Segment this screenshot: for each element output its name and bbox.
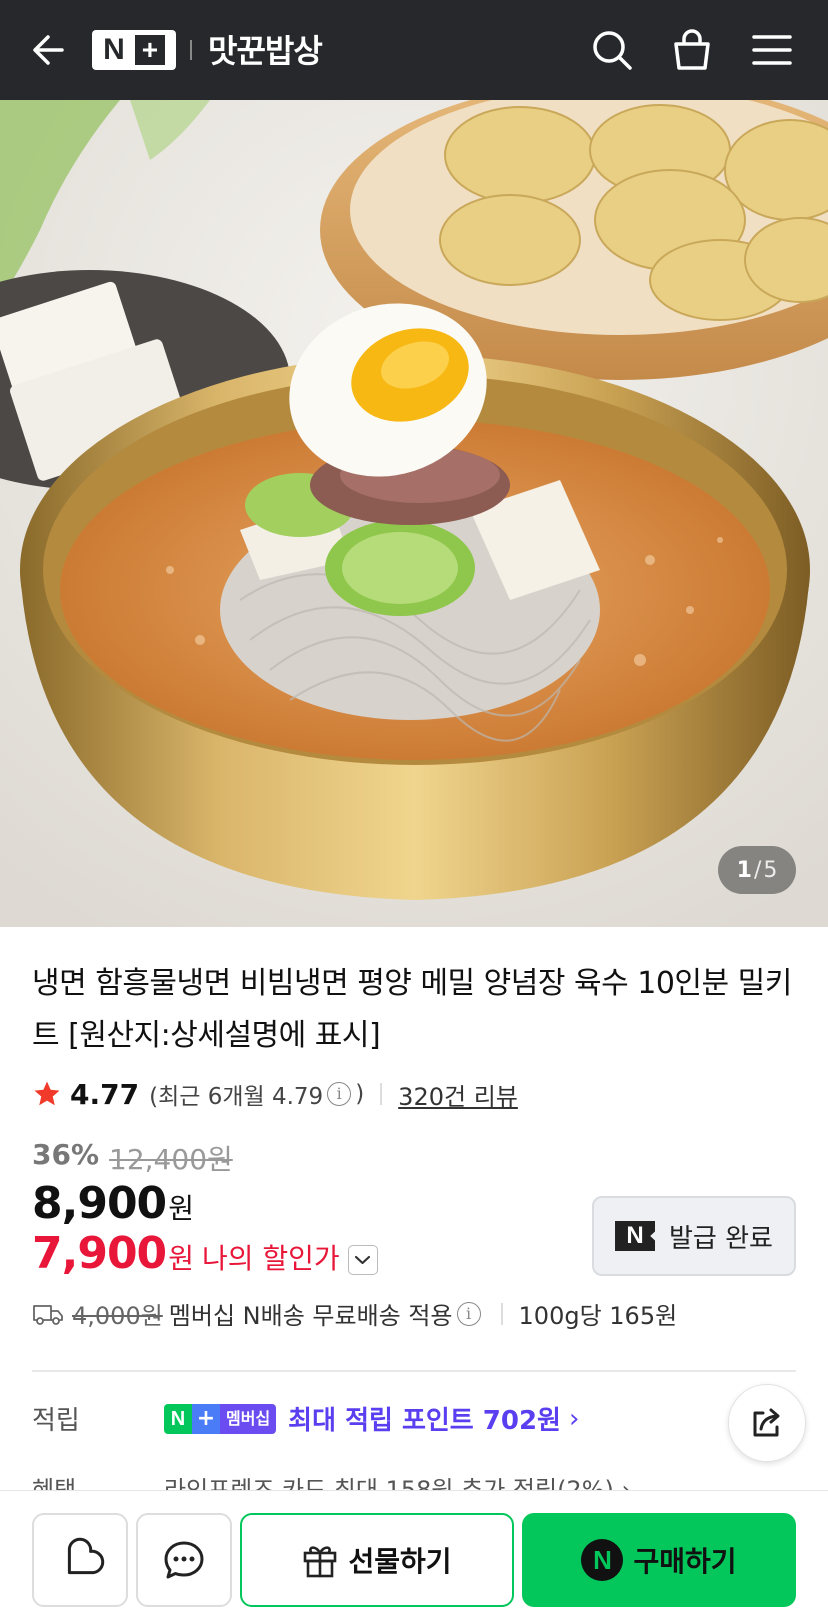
reward-row[interactable]: 적립 N + 멤버십 최대 적립 포인트 702원 › bbox=[32, 1400, 579, 1437]
benefit-text: 라인프렌즈 카드 최대 158원 추가 적립(2%) › bbox=[164, 1476, 632, 1492]
recent-rating: (최근 6개월 4.79 bbox=[149, 1084, 324, 1110]
discount-row: 36% 12,400원 bbox=[32, 1138, 233, 1178]
chevron-down-icon[interactable] bbox=[347, 1245, 378, 1275]
original-price: 12,400원 bbox=[109, 1143, 233, 1176]
badge-text: 멤버십 bbox=[220, 1403, 277, 1434]
talk-button[interactable] bbox=[136, 1513, 232, 1607]
shipping-divider bbox=[500, 1302, 503, 1325]
coupon-issued-button[interactable]: N 발급 완료 bbox=[592, 1196, 796, 1276]
pager-total: 5 bbox=[763, 857, 778, 883]
shipping-original-fee: 4,000원 bbox=[72, 1302, 163, 1330]
sale-price-unit: 원 bbox=[168, 1192, 194, 1225]
section-divider bbox=[32, 1370, 796, 1372]
wishlist-button[interactable] bbox=[32, 1513, 128, 1607]
sale-price: 8,900 bbox=[32, 1178, 167, 1229]
recent-rating-close: ) bbox=[355, 1081, 365, 1107]
share-button[interactable] bbox=[728, 1384, 806, 1462]
rating-row: 4.77 (최근 6개월 4.79 i ) 320건 리뷰 bbox=[32, 1076, 518, 1112]
bottom-action-bar: 선물하기 N 구매하기 bbox=[0, 1490, 828, 1613]
store-name[interactable]: 맛꾼밥상 bbox=[208, 26, 323, 72]
naver-plus-logo[interactable]: N + bbox=[92, 30, 176, 70]
star-icon bbox=[34, 1081, 60, 1106]
naver-plus-membership-badge: N + 멤버십 bbox=[164, 1403, 277, 1434]
search-icon bbox=[593, 31, 632, 70]
product-title: 냉면 함흥물냉면 비빔냉면 평양 메밀 양념장 육수 10인분 밀키트 [원산지… bbox=[32, 966, 792, 1053]
rating-divider bbox=[380, 1083, 383, 1105]
my-discount-label: 나의 할인가 bbox=[201, 1242, 340, 1275]
heart-icon bbox=[67, 1537, 105, 1575]
shipping-row: 4,000원 멤버십 N배송 무료배송 적용 i 100g당 165원 bbox=[32, 1296, 677, 1331]
discount-rate: 36% bbox=[32, 1138, 100, 1171]
info-icon[interactable]: i bbox=[327, 1082, 352, 1106]
gift-icon bbox=[304, 1546, 337, 1578]
buy-button[interactable]: N 구매하기 bbox=[522, 1513, 796, 1607]
coupon-label: 발급 완료 bbox=[669, 1223, 773, 1254]
shopping-bag-icon bbox=[674, 29, 710, 70]
pager-separator: / bbox=[753, 857, 762, 883]
my-discount-price: 7,900 bbox=[32, 1228, 167, 1279]
benefit-label: 혜택 bbox=[32, 1476, 77, 1492]
cart-button[interactable] bbox=[668, 26, 716, 74]
logo-plus: + bbox=[134, 35, 165, 65]
my-discount-unit: 원 bbox=[168, 1242, 194, 1275]
review-count-link[interactable]: 320건 리뷰 bbox=[398, 1077, 518, 1112]
unit-price: 100g당 165원 bbox=[518, 1302, 678, 1330]
gallery-pager: 1 / 5 bbox=[718, 846, 796, 894]
my-discount-row[interactable]: 7,900 원 나의 할인가 bbox=[32, 1228, 378, 1279]
product-image-gallery[interactable] bbox=[0, 100, 828, 927]
chevron-right-icon: › bbox=[568, 1403, 580, 1434]
gift-button[interactable]: 선물하기 bbox=[240, 1513, 514, 1607]
pager-current: 1 bbox=[736, 857, 752, 883]
menu-button[interactable] bbox=[748, 26, 796, 74]
hamburger-menu-icon bbox=[752, 35, 792, 65]
truck-icon bbox=[33, 1304, 63, 1325]
benefit-row[interactable]: 혜택 라인프렌즈 카드 최대 158원 추가 적립(2%) › bbox=[32, 1470, 631, 1492]
shipping-text: 멤버십 N배송 무료배송 적용 bbox=[168, 1302, 453, 1330]
gift-label: 선물하기 bbox=[348, 1545, 452, 1578]
coupon-icon: N bbox=[615, 1221, 656, 1251]
search-button[interactable] bbox=[588, 26, 636, 74]
price-row: 8,900 원 bbox=[32, 1178, 194, 1229]
back-arrow-icon bbox=[33, 35, 64, 65]
top-header: N + 맛꾼밥상 bbox=[0, 0, 828, 100]
badge-n: N bbox=[164, 1403, 192, 1434]
rating-value: 4.77 bbox=[70, 1077, 140, 1111]
reward-text: 최대 적립 포인트 702원 bbox=[288, 1406, 561, 1436]
shipping-info-icon[interactable]: i bbox=[456, 1301, 481, 1326]
naver-pay-icon: N bbox=[581, 1539, 624, 1581]
logo-n: N bbox=[103, 33, 125, 66]
share-icon bbox=[753, 1408, 780, 1437]
badge-plus: + bbox=[192, 1403, 220, 1434]
buy-label: 구매하기 bbox=[633, 1545, 737, 1578]
back-button[interactable] bbox=[28, 28, 72, 72]
reward-label: 적립 bbox=[32, 1406, 80, 1436]
chat-bubble-icon bbox=[164, 1541, 204, 1579]
header-divider bbox=[190, 40, 192, 60]
product-photo bbox=[0, 100, 828, 927]
